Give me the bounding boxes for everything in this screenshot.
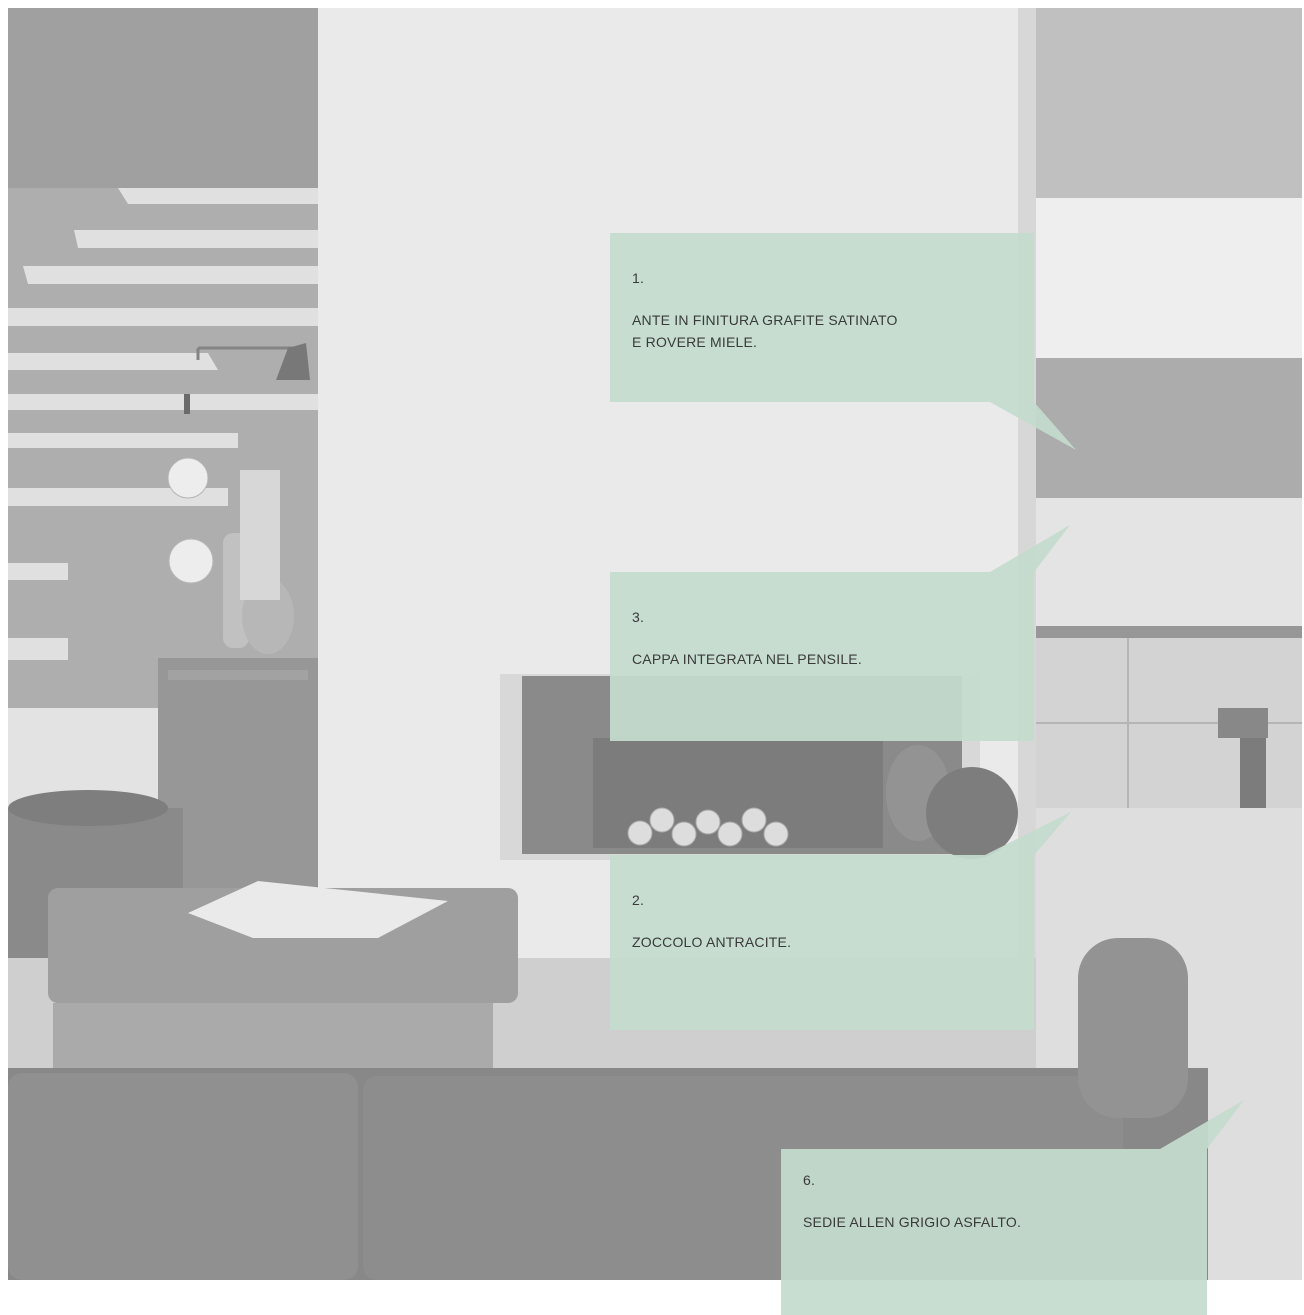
callout-3-number: 3.	[632, 609, 645, 625]
callout-6: 6. SEDIE ALLEN GRIGIO ASFALTO.	[781, 1149, 1207, 1315]
callout-3-text: CAPPA INTEGRATA NEL PENSILE.	[632, 651, 862, 667]
callout-6-text: SEDIE ALLEN GRIGIO ASFALTO.	[803, 1214, 1022, 1230]
callout-1: 1. ANTE IN FINITURA GRAFITE SATINATO E R…	[610, 233, 1034, 402]
callout-2-number: 2.	[632, 892, 645, 908]
callout-1-text: ANTE IN FINITURA GRAFITE SATINATO E ROVE…	[632, 312, 898, 350]
callout-1-number: 1.	[632, 270, 645, 286]
callout-2: 2. ZOCCOLO ANTRACITE.	[610, 855, 1034, 1030]
callout-2-text: ZOCCOLO ANTRACITE.	[632, 934, 792, 950]
callout-6-number: 6.	[803, 1172, 816, 1188]
callout-3: 3. CAPPA INTEGRATA NEL PENSILE.	[610, 572, 1034, 741]
